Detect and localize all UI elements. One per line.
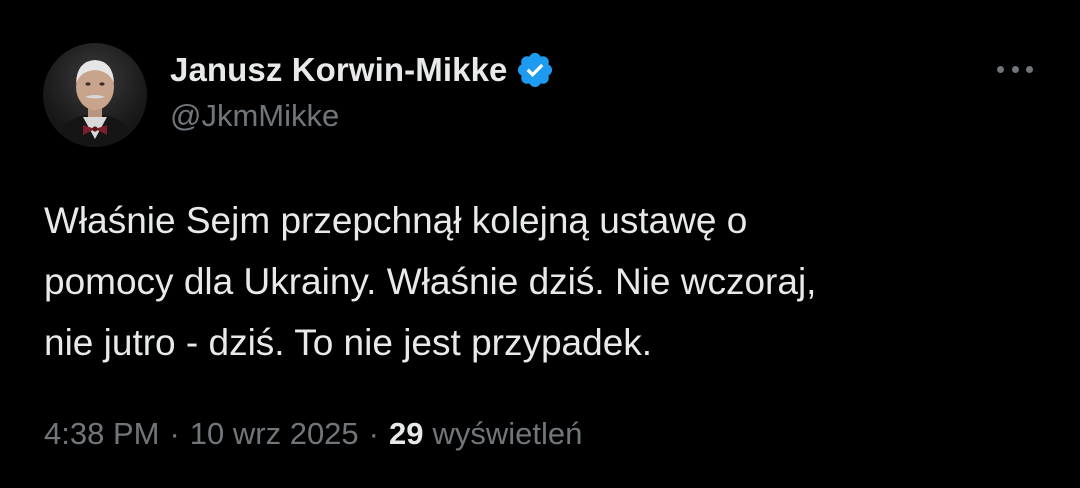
meta-separator: · xyxy=(368,416,379,451)
display-name[interactable]: Janusz Korwin-Mikke xyxy=(170,51,507,89)
meta-separator: · xyxy=(169,416,180,451)
verified-badge-icon[interactable] xyxy=(515,50,555,90)
tweet-header: Janusz Korwin-Mikke @JkmMikke xyxy=(170,48,555,134)
views-label[interactable]: wyświetleń xyxy=(432,416,582,452)
more-horizontal-icon xyxy=(997,65,1033,73)
views-count[interactable]: 29 xyxy=(389,416,423,452)
tweet-time[interactable]: 4:38 PM xyxy=(44,416,159,452)
name-row: Janusz Korwin-Mikke xyxy=(170,48,555,92)
tweet-date[interactable]: 10 wrz 2025 xyxy=(190,416,359,452)
tweet-text-line: nie jutro - dziś. To nie jest przypadek. xyxy=(44,322,653,363)
tweet-text-line: pomocy dla Ukrainy. Właśnie dziś. Nie wc… xyxy=(44,261,817,302)
tweet-meta: 4:38 PM · 10 wrz 2025 · 29 wyświetleń xyxy=(44,416,582,452)
avatar[interactable] xyxy=(43,43,147,147)
tweet-text: Właśnie Sejm przepchnął kolejną ustawę o… xyxy=(44,190,1044,373)
avatar-portrait xyxy=(51,60,139,147)
tweet-card[interactable]: Janusz Korwin-Mikke @JkmMikke Właśnie Se… xyxy=(0,0,1080,488)
more-options-button[interactable] xyxy=(990,54,1040,84)
tweet-text-line: Właśnie Sejm przepchnął kolejną ustawę o xyxy=(44,200,748,241)
handle[interactable]: @JkmMikke xyxy=(170,98,555,134)
